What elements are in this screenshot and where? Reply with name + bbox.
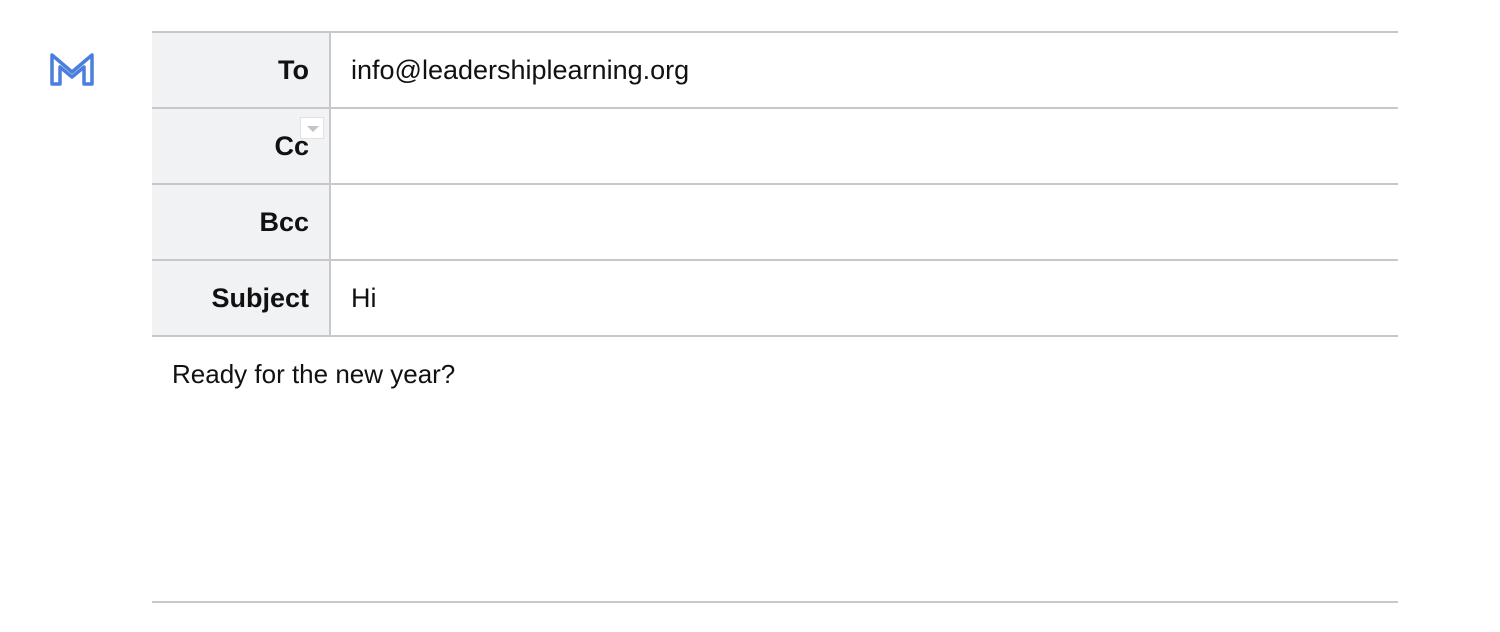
cc-row: Cc — [152, 108, 1398, 185]
bcc-field[interactable] — [351, 206, 1371, 238]
compose-form: To Cc Bcc Subjec — [152, 31, 1398, 603]
header-fields: To Cc Bcc Subjec — [152, 31, 1398, 337]
message-body[interactable]: Ready for the new year? — [152, 337, 1398, 603]
subject-field-cell[interactable] — [330, 260, 1398, 337]
subject-row: Subject — [152, 260, 1398, 337]
bcc-label: Bcc — [152, 184, 331, 261]
bcc-field-cell[interactable] — [330, 184, 1398, 261]
cc-field-cell[interactable] — [330, 108, 1398, 185]
to-label: To — [152, 32, 331, 109]
to-field[interactable] — [351, 54, 1371, 86]
gmail-m-icon — [50, 53, 94, 86]
cc-dropdown-button[interactable] — [300, 117, 324, 139]
compose-window: To Cc Bcc Subjec — [0, 0, 1500, 632]
to-row: To — [152, 32, 1398, 109]
cc-label-cell: Cc — [152, 108, 331, 185]
cc-field[interactable] — [351, 130, 1371, 162]
bcc-row: Bcc — [152, 184, 1398, 261]
subject-label: Subject — [152, 260, 331, 337]
subject-field[interactable] — [351, 282, 1371, 314]
to-field-cell[interactable] — [330, 32, 1398, 109]
